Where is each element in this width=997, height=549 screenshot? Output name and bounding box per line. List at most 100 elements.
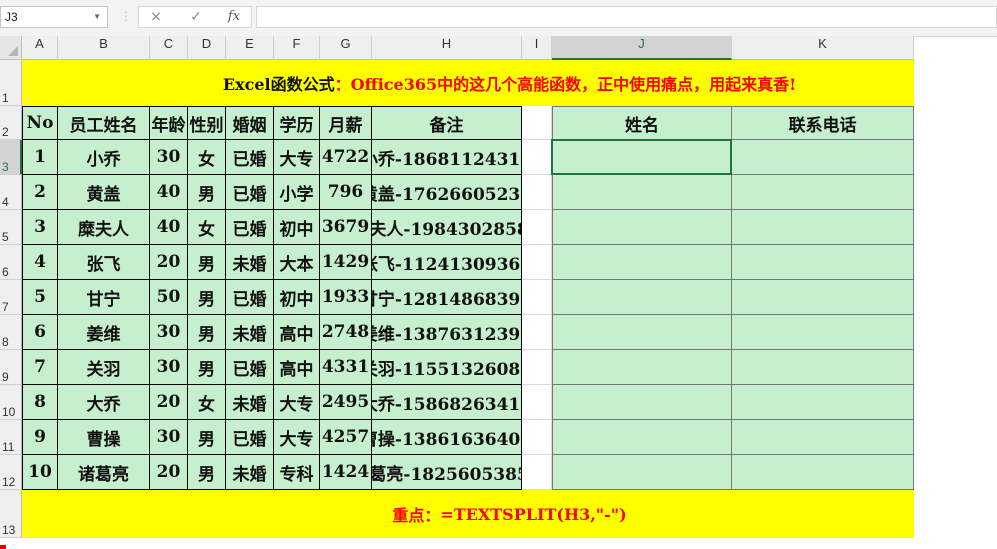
table-cell[interactable]: 6 <box>22 315 58 350</box>
column-header-d[interactable]: D <box>188 36 226 60</box>
table-cell[interactable]: 40 <box>150 210 188 245</box>
table-cell[interactable]: 男 <box>188 280 226 315</box>
table-header-cell[interactable]: 年龄 <box>150 106 188 140</box>
table-cell[interactable]: 已婚 <box>226 140 274 175</box>
select-all-corner[interactable] <box>0 36 22 60</box>
result-cell[interactable] <box>732 140 914 175</box>
table-cell[interactable]: 20 <box>150 385 188 420</box>
table-cell[interactable]: 高中 <box>274 315 320 350</box>
table-cell[interactable]: 796 <box>320 175 372 210</box>
empty-cell-i12[interactable] <box>522 455 552 490</box>
table-cell[interactable]: 3 <box>22 210 58 245</box>
column-header-i[interactable]: I <box>522 36 552 60</box>
table-cell[interactable]: 甘宁-12814868395 <box>372 280 522 315</box>
table-cell[interactable]: 黄盖-17626605234 <box>372 175 522 210</box>
cancel-icon[interactable]: × <box>143 8 169 26</box>
table-header-cell[interactable]: 婚姻 <box>226 106 274 140</box>
result-cell[interactable] <box>732 210 914 245</box>
row-header-8[interactable]: 8 <box>0 315 22 350</box>
result-cell[interactable] <box>552 280 732 315</box>
result-cell[interactable] <box>552 385 732 420</box>
table-header-cell[interactable]: 员工姓名 <box>58 106 150 140</box>
result-cell[interactable] <box>732 245 914 280</box>
empty-cell-i8[interactable] <box>522 315 552 350</box>
column-header-e[interactable]: E <box>226 36 274 60</box>
result-cell[interactable] <box>732 175 914 210</box>
table-cell[interactable]: 30 <box>150 420 188 455</box>
empty-cell-i2[interactable] <box>522 106 552 140</box>
table-cell[interactable]: 曹操-13861636402 <box>372 420 522 455</box>
table-cell[interactable]: 10 <box>22 455 58 490</box>
formula-input[interactable] <box>256 6 997 28</box>
empty-cell-i10[interactable] <box>522 385 552 420</box>
table-cell[interactable]: 张飞-11241309361 <box>372 245 522 280</box>
table-cell[interactable]: 已婚 <box>226 175 274 210</box>
column-header-c[interactable]: C <box>150 36 188 60</box>
table-cell[interactable]: 大专 <box>274 385 320 420</box>
table-cell[interactable]: 男 <box>188 350 226 385</box>
table-cell[interactable]: 女 <box>188 140 226 175</box>
table-cell[interactable]: 4257 <box>320 420 372 455</box>
table-header-cell[interactable]: 月薪 <box>320 106 372 140</box>
table-cell[interactable]: 张飞 <box>58 245 150 280</box>
name-box-dropdown-icon[interactable]: ▼ <box>93 7 101 27</box>
table-cell[interactable]: 已婚 <box>226 420 274 455</box>
empty-cell-i4[interactable] <box>522 175 552 210</box>
table-cell[interactable]: 甘宁 <box>58 280 150 315</box>
table-cell[interactable]: 小学 <box>274 175 320 210</box>
table-cell[interactable]: 2 <box>22 175 58 210</box>
row-header-9[interactable]: 9 <box>0 350 22 385</box>
table-cell[interactable]: 曹操 <box>58 420 150 455</box>
column-header-j[interactable]: J <box>552 36 732 60</box>
table-cell[interactable]: 8 <box>22 385 58 420</box>
table-cell[interactable]: 4722 <box>320 140 372 175</box>
table-cell[interactable]: 小乔-18681124317 <box>372 140 522 175</box>
empty-cell-i3[interactable] <box>522 140 552 175</box>
table-cell[interactable]: 30 <box>150 315 188 350</box>
table-cell[interactable]: 4331 <box>320 350 372 385</box>
table-cell[interactable]: 30 <box>150 350 188 385</box>
table-cell[interactable]: 2748 <box>320 315 372 350</box>
table-cell[interactable]: 诸葛亮 <box>58 455 150 490</box>
table-cell[interactable]: 女 <box>188 385 226 420</box>
table-cell[interactable]: 诸葛亮-18256053859 <box>372 455 522 490</box>
table-cell[interactable]: 男 <box>188 420 226 455</box>
result-cell[interactable] <box>552 315 732 350</box>
table-cell[interactable]: 5 <box>22 280 58 315</box>
row-header-5[interactable]: 5 <box>0 210 22 245</box>
table-cell[interactable]: 4 <box>22 245 58 280</box>
table-cell[interactable]: 关羽-11551326086 <box>372 350 522 385</box>
table-cell[interactable]: 已婚 <box>226 280 274 315</box>
table-cell[interactable]: 已婚 <box>226 210 274 245</box>
table-cell[interactable]: 黄盖 <box>58 175 150 210</box>
table-cell[interactable]: 1933 <box>320 280 372 315</box>
table-cell[interactable]: 大乔 <box>58 385 150 420</box>
table-cell[interactable]: 女 <box>188 210 226 245</box>
result-header-cell[interactable]: 姓名 <box>552 106 732 140</box>
table-cell[interactable]: 已婚 <box>226 350 274 385</box>
table-cell[interactable]: 1429 <box>320 245 372 280</box>
table-cell[interactable]: 大本 <box>274 245 320 280</box>
result-cell[interactable] <box>552 455 732 490</box>
result-cell[interactable] <box>552 210 732 245</box>
table-cell[interactable]: 关羽 <box>58 350 150 385</box>
column-header-h[interactable]: H <box>372 36 522 60</box>
table-cell[interactable]: 30 <box>150 140 188 175</box>
column-header-b[interactable]: B <box>58 36 150 60</box>
result-cell[interactable] <box>732 350 914 385</box>
row-header-13[interactable]: 13 <box>0 490 22 538</box>
table-cell[interactable]: 高中 <box>274 350 320 385</box>
result-cell[interactable] <box>732 385 914 420</box>
table-cell[interactable]: 大专 <box>274 140 320 175</box>
table-cell[interactable]: 姜维 <box>58 315 150 350</box>
row-header-11[interactable]: 11 <box>0 420 22 455</box>
table-cell[interactable]: 专科 <box>274 455 320 490</box>
table-cell[interactable]: 未婚 <box>226 455 274 490</box>
table-cell[interactable]: 男 <box>188 245 226 280</box>
table-cell[interactable]: 男 <box>188 315 226 350</box>
column-header-f[interactable]: F <box>274 36 320 60</box>
row-header-6[interactable]: 6 <box>0 245 22 280</box>
column-header-k[interactable]: K <box>732 36 914 60</box>
table-cell[interactable]: 40 <box>150 175 188 210</box>
empty-cell-i9[interactable] <box>522 350 552 385</box>
